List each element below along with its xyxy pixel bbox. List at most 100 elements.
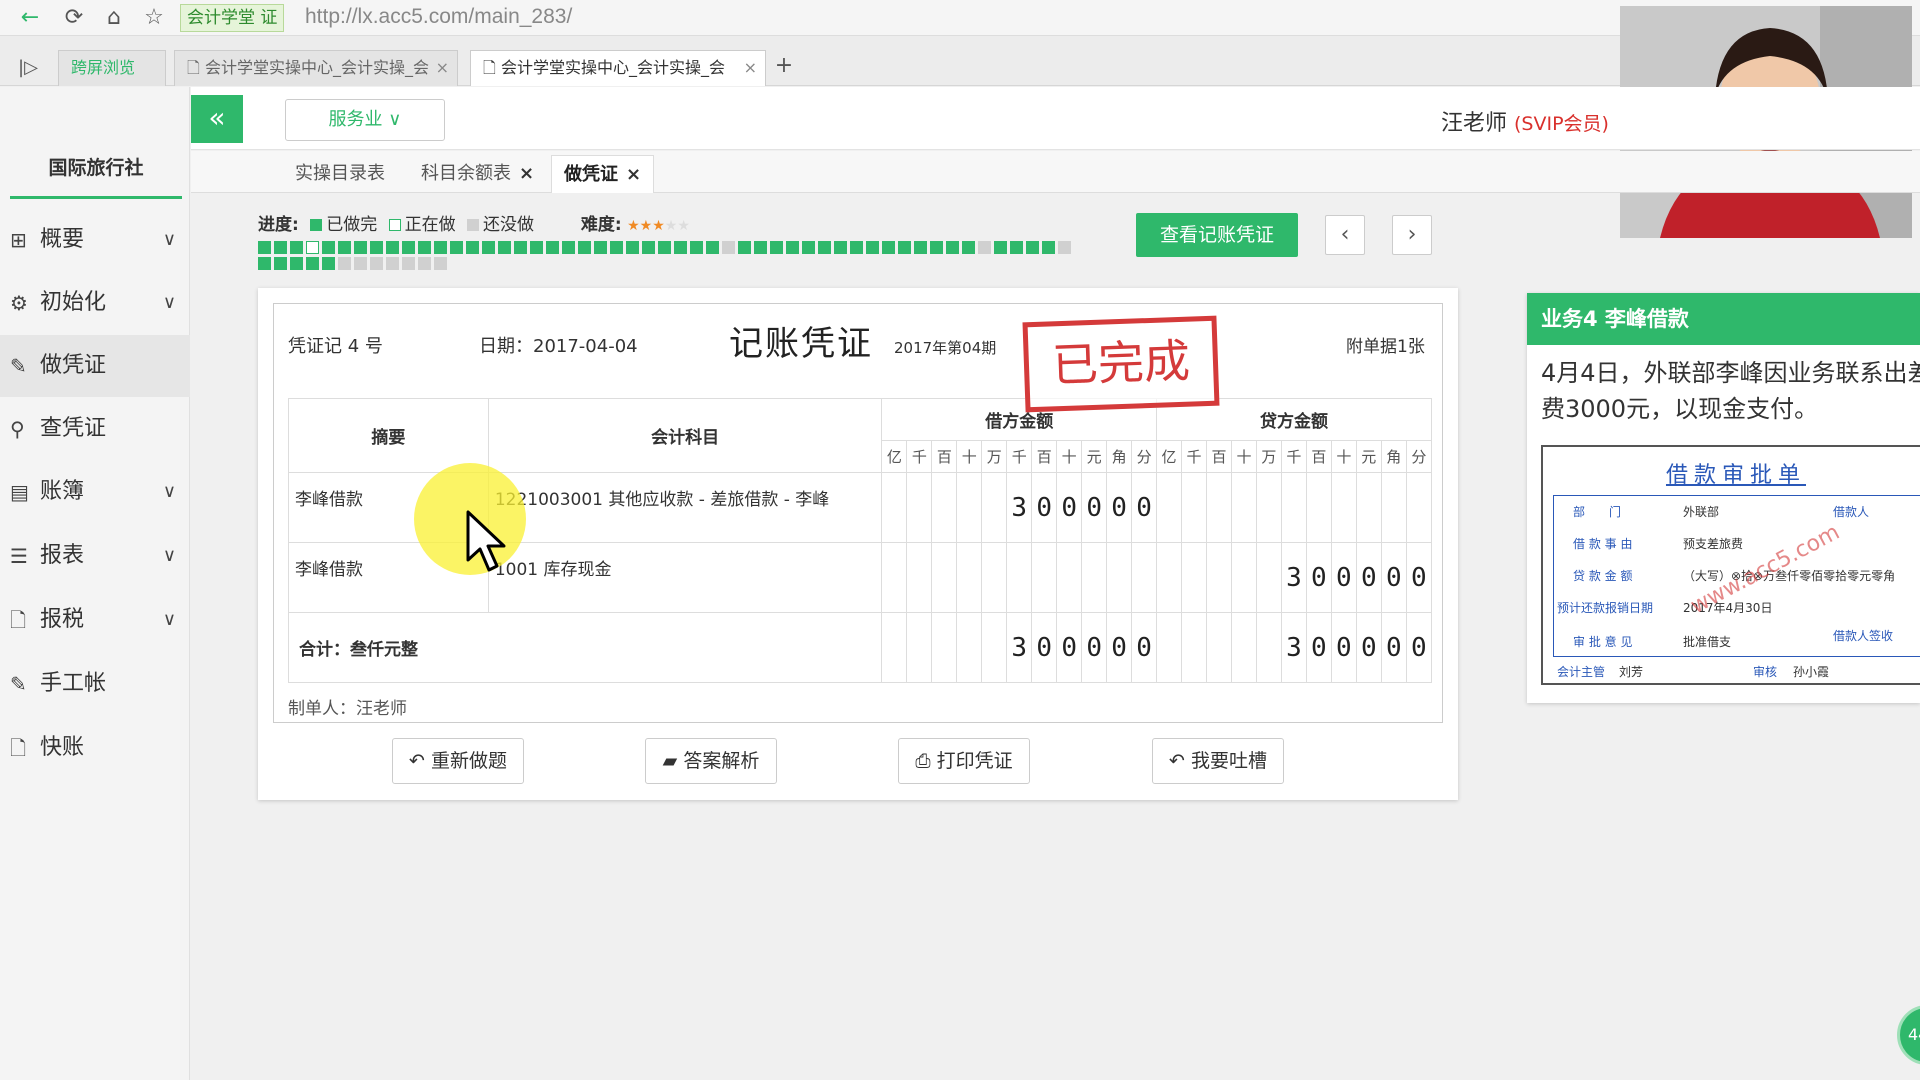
industry-dropdown[interactable]: 服务业 ∨	[285, 99, 445, 141]
progress-cell[interactable]	[690, 241, 703, 254]
progress-cell[interactable]	[818, 241, 831, 254]
progress-cell[interactable]	[706, 241, 719, 254]
amount-digit[interactable]: 0	[1081, 472, 1108, 543]
progress-cell[interactable]	[834, 241, 847, 254]
amount-digit[interactable]	[1280, 472, 1307, 543]
tab-page-1[interactable]: 🗋 会计学堂实操中心_会计实操_会 ×	[174, 50, 458, 86]
sidebar-item-overview[interactable]: ⊞ 概要 ∨	[0, 209, 190, 271]
tab-catalog[interactable]: 实操目录表	[283, 155, 397, 193]
collapse-sidebar-button[interactable]: «	[191, 95, 243, 143]
amount-digit[interactable]	[1031, 542, 1058, 613]
tab-make-voucher[interactable]: 做凭证 ×	[551, 155, 655, 193]
amount-digit[interactable]: 0	[1355, 542, 1382, 613]
amount-digit[interactable]: 0	[1106, 612, 1133, 683]
amount-digit[interactable]	[1380, 472, 1407, 543]
progress-cell[interactable]	[322, 241, 335, 254]
progress-cell[interactable]	[946, 241, 959, 254]
progress-cell[interactable]	[866, 241, 879, 254]
amount-digit[interactable]	[906, 542, 933, 613]
amount-digit[interactable]	[1156, 472, 1183, 543]
progress-cell[interactable]	[418, 241, 431, 254]
amount-digit[interactable]	[931, 542, 958, 613]
back-icon[interactable]: ←	[16, 4, 44, 32]
progress-cell[interactable]	[530, 241, 543, 254]
amount-digit[interactable]	[906, 612, 933, 683]
amount-digit[interactable]	[1056, 542, 1083, 613]
amount-digit[interactable]	[881, 542, 908, 613]
amount-digit[interactable]	[881, 612, 908, 683]
address-bar[interactable]: http://lx.acc5.com/main_283/	[305, 5, 572, 29]
close-icon[interactable]: ×	[436, 51, 449, 85]
close-icon[interactable]: ×	[744, 51, 757, 85]
progress-cell[interactable]	[290, 257, 303, 270]
amount-digit[interactable]	[981, 542, 1008, 613]
progress-cell[interactable]	[338, 257, 351, 270]
amount-digit[interactable]: 0	[1405, 612, 1433, 683]
amount-digit[interactable]	[1230, 542, 1257, 613]
amount-digit[interactable]: 0	[1106, 472, 1133, 543]
tab-page-2[interactable]: 🗋 会计学堂实操中心_会计实操_会 ×	[470, 50, 766, 86]
amount-digit[interactable]	[1255, 542, 1282, 613]
progress-cell[interactable]	[594, 241, 607, 254]
amount-digit[interactable]: 3	[1280, 612, 1307, 683]
amount-digit[interactable]	[1181, 472, 1207, 543]
new-tab-icon[interactable]: +	[770, 52, 798, 80]
progress-cell[interactable]	[994, 241, 1007, 254]
progress-cell[interactable]	[578, 241, 591, 254]
progress-cell[interactable]	[322, 257, 335, 270]
view-voucher-button[interactable]: 查看记账凭证	[1136, 213, 1298, 257]
amount-digit[interactable]	[981, 472, 1008, 543]
amount-digit[interactable]	[1355, 472, 1382, 543]
progress-cell[interactable]	[354, 241, 367, 254]
sidebar-item-tax[interactable]: 🗋 报税 ∨	[0, 589, 190, 651]
amount-digit[interactable]: 0	[1056, 612, 1083, 683]
progress-cell[interactable]	[482, 241, 495, 254]
progress-cell[interactable]	[754, 241, 767, 254]
amount-digit[interactable]	[1230, 612, 1257, 683]
sidebar-item-manual-ledger[interactable]: ✎ 手工帐	[0, 653, 190, 715]
progress-cell[interactable]	[722, 241, 735, 254]
progress-cell[interactable]	[882, 241, 895, 254]
sidebar-item-query-voucher[interactable]: ⚲ 查凭证	[0, 398, 190, 460]
progress-cell[interactable]	[402, 241, 415, 254]
close-icon[interactable]: ×	[626, 164, 641, 185]
floating-action-button[interactable]: 44	[1897, 1005, 1920, 1065]
progress-cell[interactable]	[274, 257, 287, 270]
site-badge[interactable]: 会计学堂 证	[180, 4, 285, 32]
progress-cell[interactable]	[274, 241, 287, 254]
refresh-icon[interactable]: ⟳	[60, 4, 88, 32]
amount-digit[interactable]	[1206, 612, 1232, 683]
amount-digit[interactable]: 3	[1006, 472, 1033, 543]
amount-digit[interactable]: 0	[1081, 612, 1108, 683]
amount-digit[interactable]: 0	[1405, 542, 1433, 613]
progress-cell[interactable]	[674, 241, 687, 254]
next-button[interactable]: ›	[1392, 215, 1432, 255]
home-icon[interactable]: ⌂	[100, 4, 128, 32]
amount-digit[interactable]: 0	[1330, 612, 1357, 683]
progress-cell[interactable]	[354, 257, 367, 270]
progress-cell[interactable]	[962, 241, 975, 254]
amount-digit[interactable]	[1405, 472, 1433, 543]
prev-button[interactable]: ‹	[1325, 215, 1365, 255]
amount-digit[interactable]: 0	[1031, 612, 1058, 683]
progress-cell[interactable]	[386, 241, 399, 254]
progress-cell[interactable]	[738, 241, 751, 254]
progress-cell[interactable]	[1026, 241, 1039, 254]
amount-digit[interactable]	[1255, 472, 1282, 543]
progress-cell[interactable]	[402, 257, 415, 270]
progress-cell[interactable]	[258, 241, 271, 254]
amount-digit[interactable]	[981, 612, 1008, 683]
progress-cell[interactable]	[930, 241, 943, 254]
progress-cell[interactable]	[1042, 241, 1055, 254]
progress-cell[interactable]	[1058, 241, 1071, 254]
amount-digit[interactable]	[1206, 542, 1232, 613]
sidebar-item-reports[interactable]: ☰ 报表 ∨	[0, 525, 190, 587]
amount-digit[interactable]	[931, 472, 958, 543]
amount-digit[interactable]	[1081, 542, 1108, 613]
amount-digit[interactable]	[1330, 472, 1357, 543]
progress-cell[interactable]	[914, 241, 927, 254]
amount-digit[interactable]: 3	[1006, 612, 1033, 683]
amount-digit[interactable]: 0	[1355, 612, 1382, 683]
amount-digit[interactable]	[1181, 612, 1207, 683]
progress-cell[interactable]	[498, 241, 511, 254]
